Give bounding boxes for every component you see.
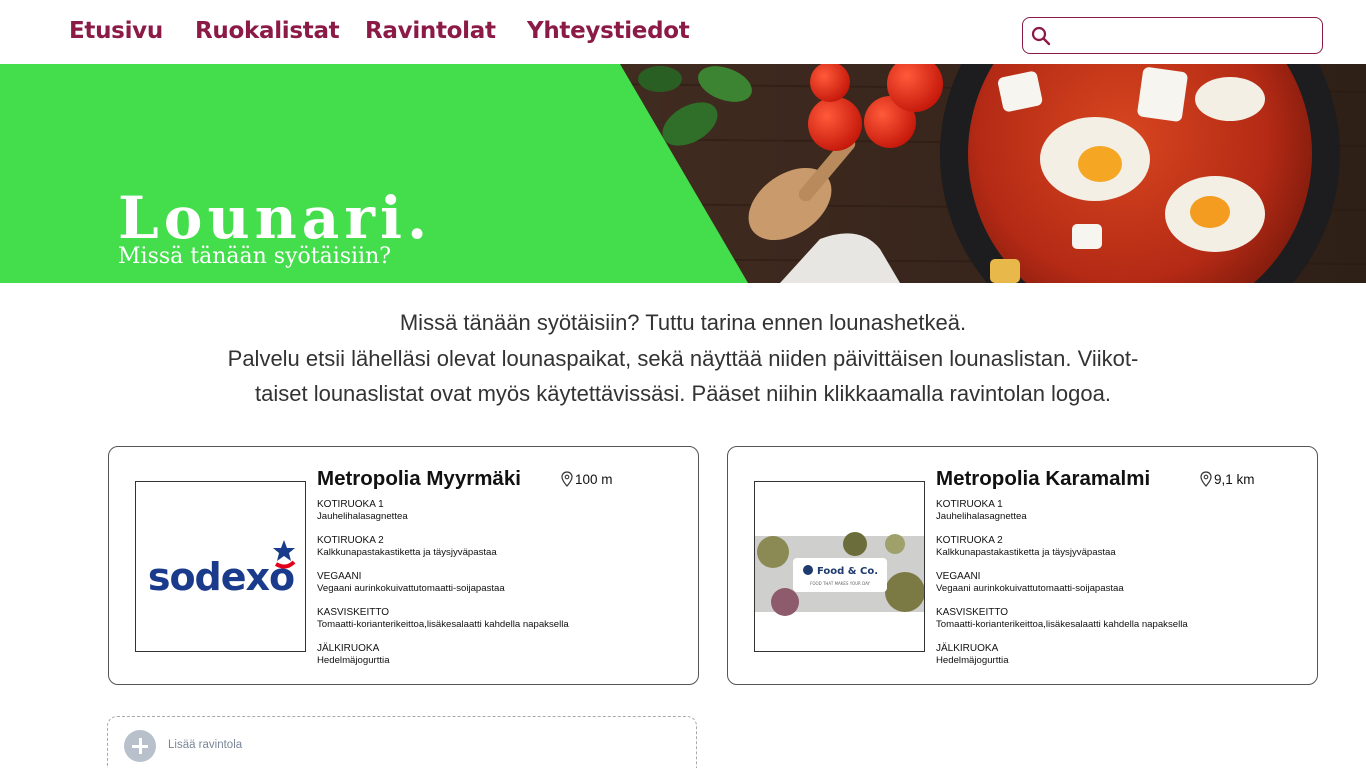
daily-menu: KOTIRUOKA 1 Jauhelihalasagnettea KOTIRUO… [317,499,687,679]
distance-value: 9,1 km [1214,472,1255,487]
intro-line: Palvelu etsii lähelläsi olevat lounaspai… [227,345,1139,371]
menu-item: KOTIRUOKA 2 Kalkkunapastakastiketta ja t… [936,535,1306,571]
menu-category: KASVISKEITTO [936,607,1009,618]
restaurant-distance: 9,1 km [1200,471,1255,487]
menu-category: KOTIRUOKA 2 [317,535,384,546]
menu-category: KOTIRUOKA 1 [317,499,384,510]
menu-category: VEGAANI [936,571,981,582]
menu-dish: Kalkkunapastakastiketta ja täysjyväpasta… [936,547,1116,558]
hero-subtitle: Missä tänään syötäisiin? [118,244,392,269]
menu-category: VEGAANI [317,571,362,582]
menu-item: KASVISKEITTO Tomaatti-korianterikeittoa,… [317,607,687,643]
nav-item-yhteystiedot[interactable]: Yhteystiedot [527,18,690,44]
hero-banner: Lounari. Missä tänään syötäisiin? [0,64,1366,283]
menu-item: JÄLKIRUOKA Hedelmäjogurttia [317,643,687,679]
logo-tagline: FOOD THAT MAKES YOUR DAY [810,581,870,586]
menu-item: KASVISKEITTO Tomaatti-korianterikeittoa,… [936,607,1306,643]
menu-item: KOTIRUOKA 1 Jauhelihalasagnettea [936,499,1306,535]
restaurant-distance: 100 m [561,471,613,487]
menu-dish: Tomaatti-korianterikeittoa,lisäkesalaatt… [317,619,569,630]
menu-item: KOTIRUOKA 1 Jauhelihalasagnettea [317,499,687,535]
intro-text: Missä tänään syötäisiin? Tuttu tarina en… [160,305,1206,412]
add-restaurant-label: Lisää ravintola [168,739,243,751]
menu-category: JÄLKIRUOKA [317,643,380,654]
foodco-logo: Food & Co. FOOD THAT MAKES YOUR DAY [755,532,924,616]
restaurant-logo-foodco[interactable]: Food & Co. FOOD THAT MAKES YOUR DAY [754,481,925,652]
menu-dish: Vegaani aurinkokuivattutomaatti-soijapas… [936,583,1124,594]
logo-text: Food & Co. [817,566,878,577]
search-icon [1031,26,1051,46]
restaurant-card: Food & Co. FOOD THAT MAKES YOUR DAY Metr… [727,446,1318,685]
distance-value: 100 m [575,472,613,487]
location-pin-icon [561,471,573,487]
menu-item: VEGAANI Vegaani aurinkokuivattutomaatti-… [317,571,687,607]
restaurant-logo-sodexo[interactable]: sodexo [135,481,306,652]
daily-menu: KOTIRUOKA 1 Jauhelihalasagnettea KOTIRUO… [936,499,1306,679]
intro-line: taiset lounaslistat ovat myös käytettävi… [255,381,1111,406]
menu-dish: Jauhelihalasagnettea [317,511,408,522]
menu-item: VEGAANI Vegaani aurinkokuivattutomaatti-… [936,571,1306,607]
nav-item-ruokalistat[interactable]: Ruokalistat [195,18,340,44]
plus-icon[interactable] [124,730,156,762]
menu-item: JÄLKIRUOKA Hedelmäjogurttia [936,643,1306,679]
menu-dish: Tomaatti-korianterikeittoa,lisäkesalaatt… [936,619,1188,630]
menu-dish: Hedelmäjogurttia [936,655,1009,666]
menu-dish: Kalkkunapastakastiketta ja täysjyväpasta… [317,547,497,558]
location-pin-icon [1200,471,1212,487]
menu-dish: Hedelmäjogurttia [317,655,390,666]
add-restaurant-card[interactable]: Lisää ravintola [107,716,697,768]
menu-item: KOTIRUOKA 2 Kalkkunapastakastiketta ja t… [317,535,687,571]
menu-category: KOTIRUOKA 1 [936,499,1003,510]
menu-category: JÄLKIRUOKA [936,643,999,654]
menu-category: KASVISKEITTO [317,607,390,618]
restaurant-name[interactable]: Metropolia Karamalmi [936,467,1150,491]
search-box[interactable] [1022,17,1323,54]
menu-dish: Vegaani aurinkokuivattutomaatti-soijapas… [317,583,505,594]
menu-dish: Jauhelihalasagnettea [936,511,1027,522]
nav-item-etusivu[interactable]: Etusivu [69,18,163,44]
top-navigation: Etusivu Ruokalistat Ravintolat Yhteystie… [0,0,1366,64]
hero-title: Lounari. [118,184,433,252]
intro-line: Missä tänään syötäisiin? Tuttu tarina en… [399,310,967,335]
nav-item-ravintolat[interactable]: Ravintolat [365,18,496,44]
menu-category: KOTIRUOKA 2 [936,535,1003,546]
restaurant-name[interactable]: Metropolia Myyrmäki [317,467,521,491]
search-input[interactable] [1057,22,1315,49]
sodexo-logo: sodexo [148,540,296,599]
logo-text: sodexo [148,555,294,599]
restaurant-card: sodexo Metropolia Myyrmäki 100 m KOTIRUO… [108,446,699,685]
